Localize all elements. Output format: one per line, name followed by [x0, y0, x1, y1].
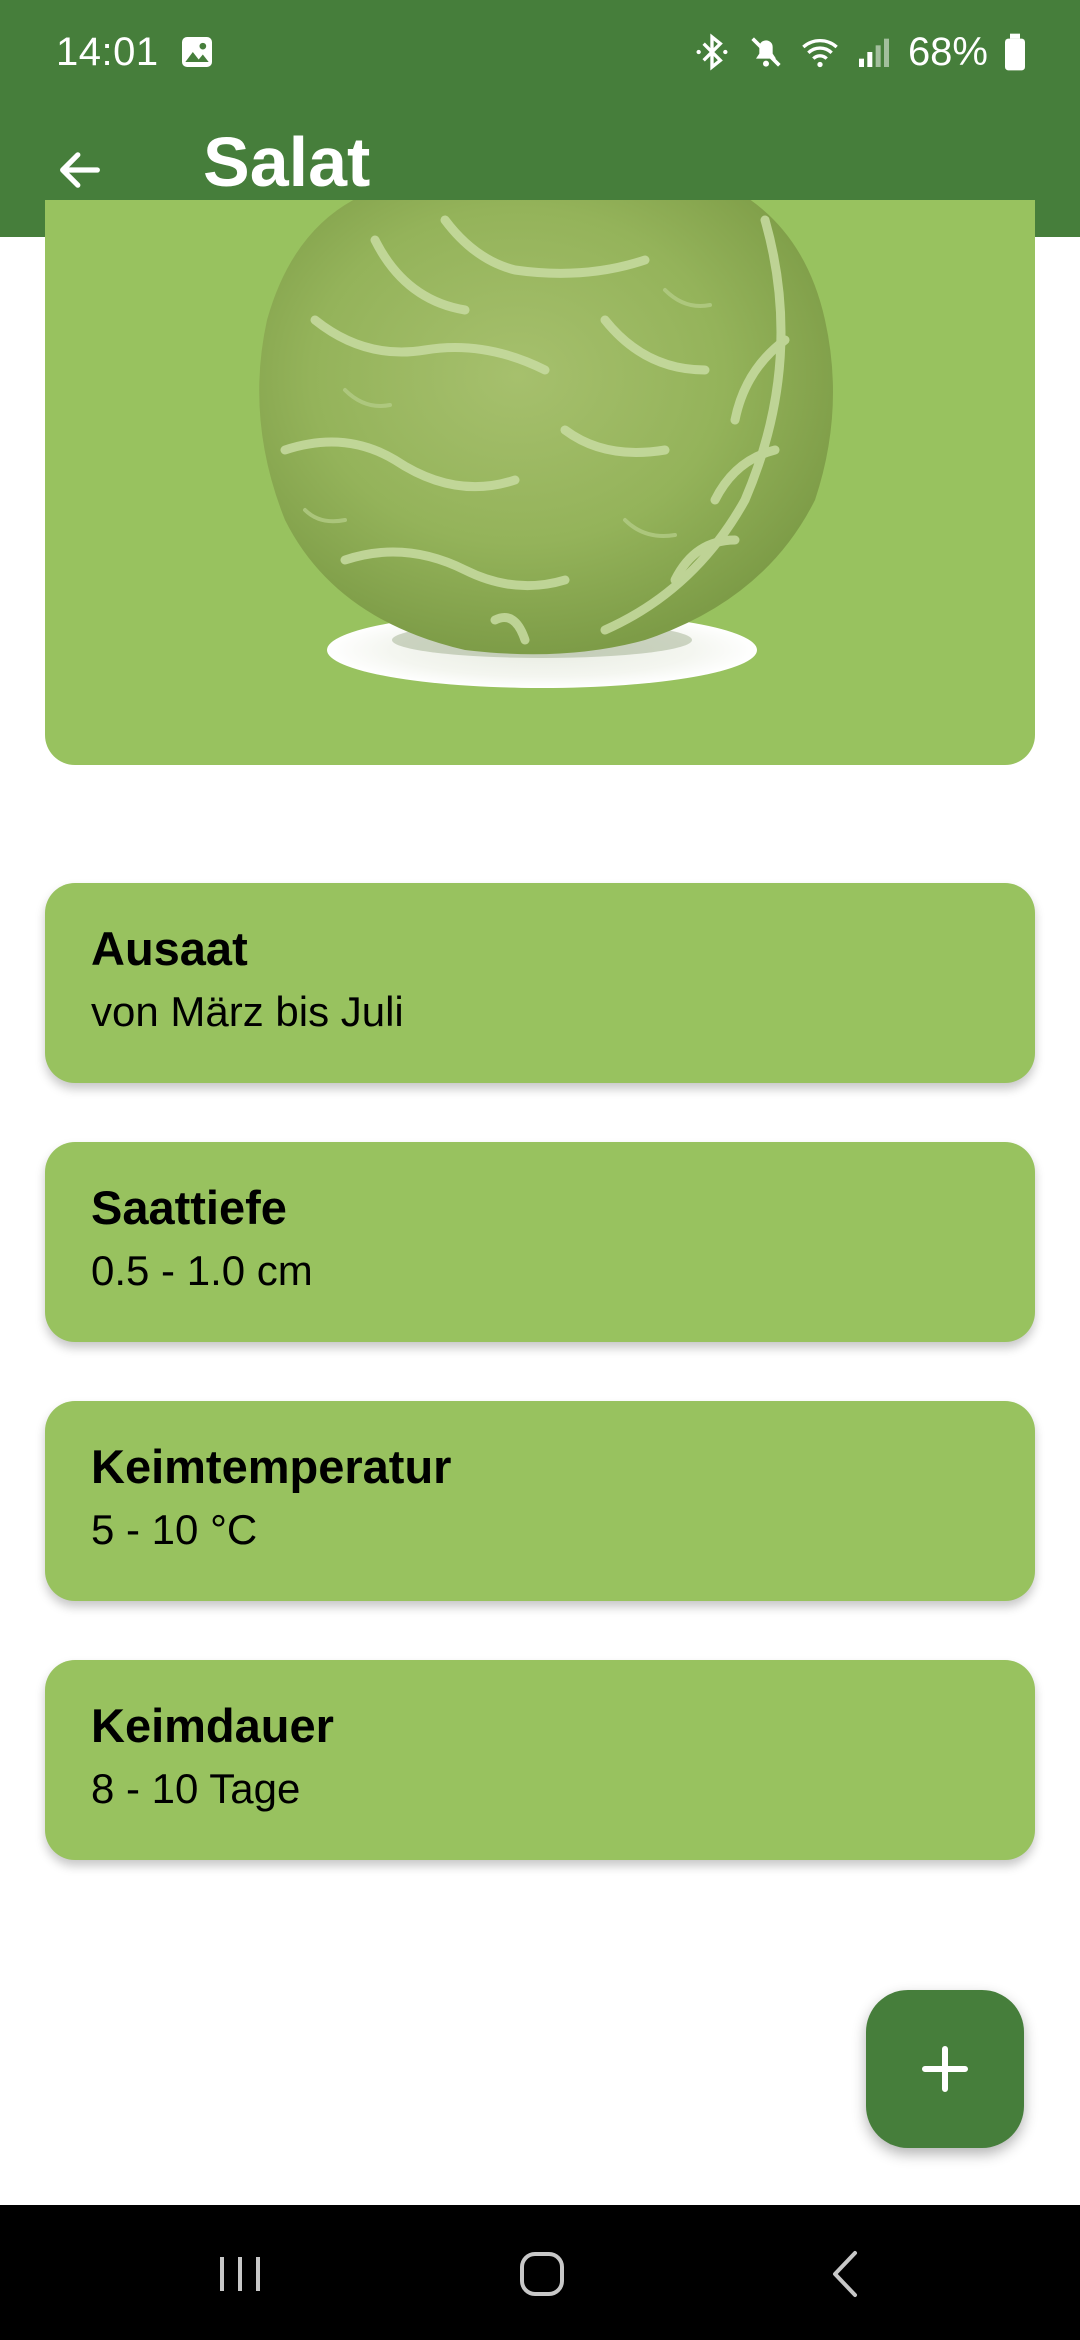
mute-icon: [746, 32, 786, 72]
info-card-title: Saattiefe: [91, 1181, 287, 1234]
status-left: 14:01: [56, 30, 217, 75]
home-button[interactable]: [507, 2239, 577, 2309]
status-time: 14:01: [56, 29, 159, 74]
add-button[interactable]: [866, 1990, 1024, 2148]
info-card-title: Keimdauer: [91, 1699, 334, 1752]
recent-apps-icon: [220, 2257, 260, 2291]
signal-icon: [854, 32, 894, 72]
info-card-saattiefe: Saattiefe 0.5 - 1.0 cm: [45, 1142, 1035, 1342]
info-card-title: Keimtemperatur: [91, 1440, 452, 1493]
page-title: Salat: [203, 123, 371, 201]
plus-icon: [922, 2046, 968, 2092]
recent-apps-button[interactable]: [205, 2239, 275, 2309]
battery-percent: 68%: [907, 29, 988, 74]
info-card-keimtemperatur: Keimtemperatur 5 - 10 °C: [45, 1401, 1035, 1601]
info-card-keimdauer: Keimdauer 8 - 10 Tage: [45, 1660, 1035, 1860]
arrow-left-icon: [60, 152, 100, 188]
screen: 14:01 68% Salat Ausaat von März bis Juli…: [0, 0, 1080, 2340]
battery-icon: [1002, 32, 1028, 72]
info-card-value: 0.5 - 1.0 cm: [91, 1246, 313, 1294]
info-card-value: 8 - 10 Tage: [91, 1764, 301, 1812]
info-card-title: Ausaat: [91, 922, 248, 975]
back-nav-button[interactable]: [810, 2239, 880, 2309]
lettuce-illustration: [259, 200, 833, 688]
info-card-value: 5 - 10 °C: [91, 1505, 258, 1553]
gallery-icon: [177, 32, 217, 72]
navigation-bar: [0, 2205, 1080, 2340]
home-icon: [520, 2252, 564, 2296]
bluetooth-icon: [692, 32, 732, 72]
hero-image-card: [45, 200, 1035, 765]
back-nav-icon: [833, 2251, 857, 2297]
status-bar: 14:01 68%: [0, 0, 1080, 104]
info-card-ausaat: Ausaat von März bis Juli: [45, 883, 1035, 1083]
info-card-value: von März bis Juli: [91, 987, 404, 1035]
wifi-icon: [800, 32, 840, 72]
back-button[interactable]: [44, 134, 116, 206]
status-right: 68%: [692, 30, 1028, 75]
